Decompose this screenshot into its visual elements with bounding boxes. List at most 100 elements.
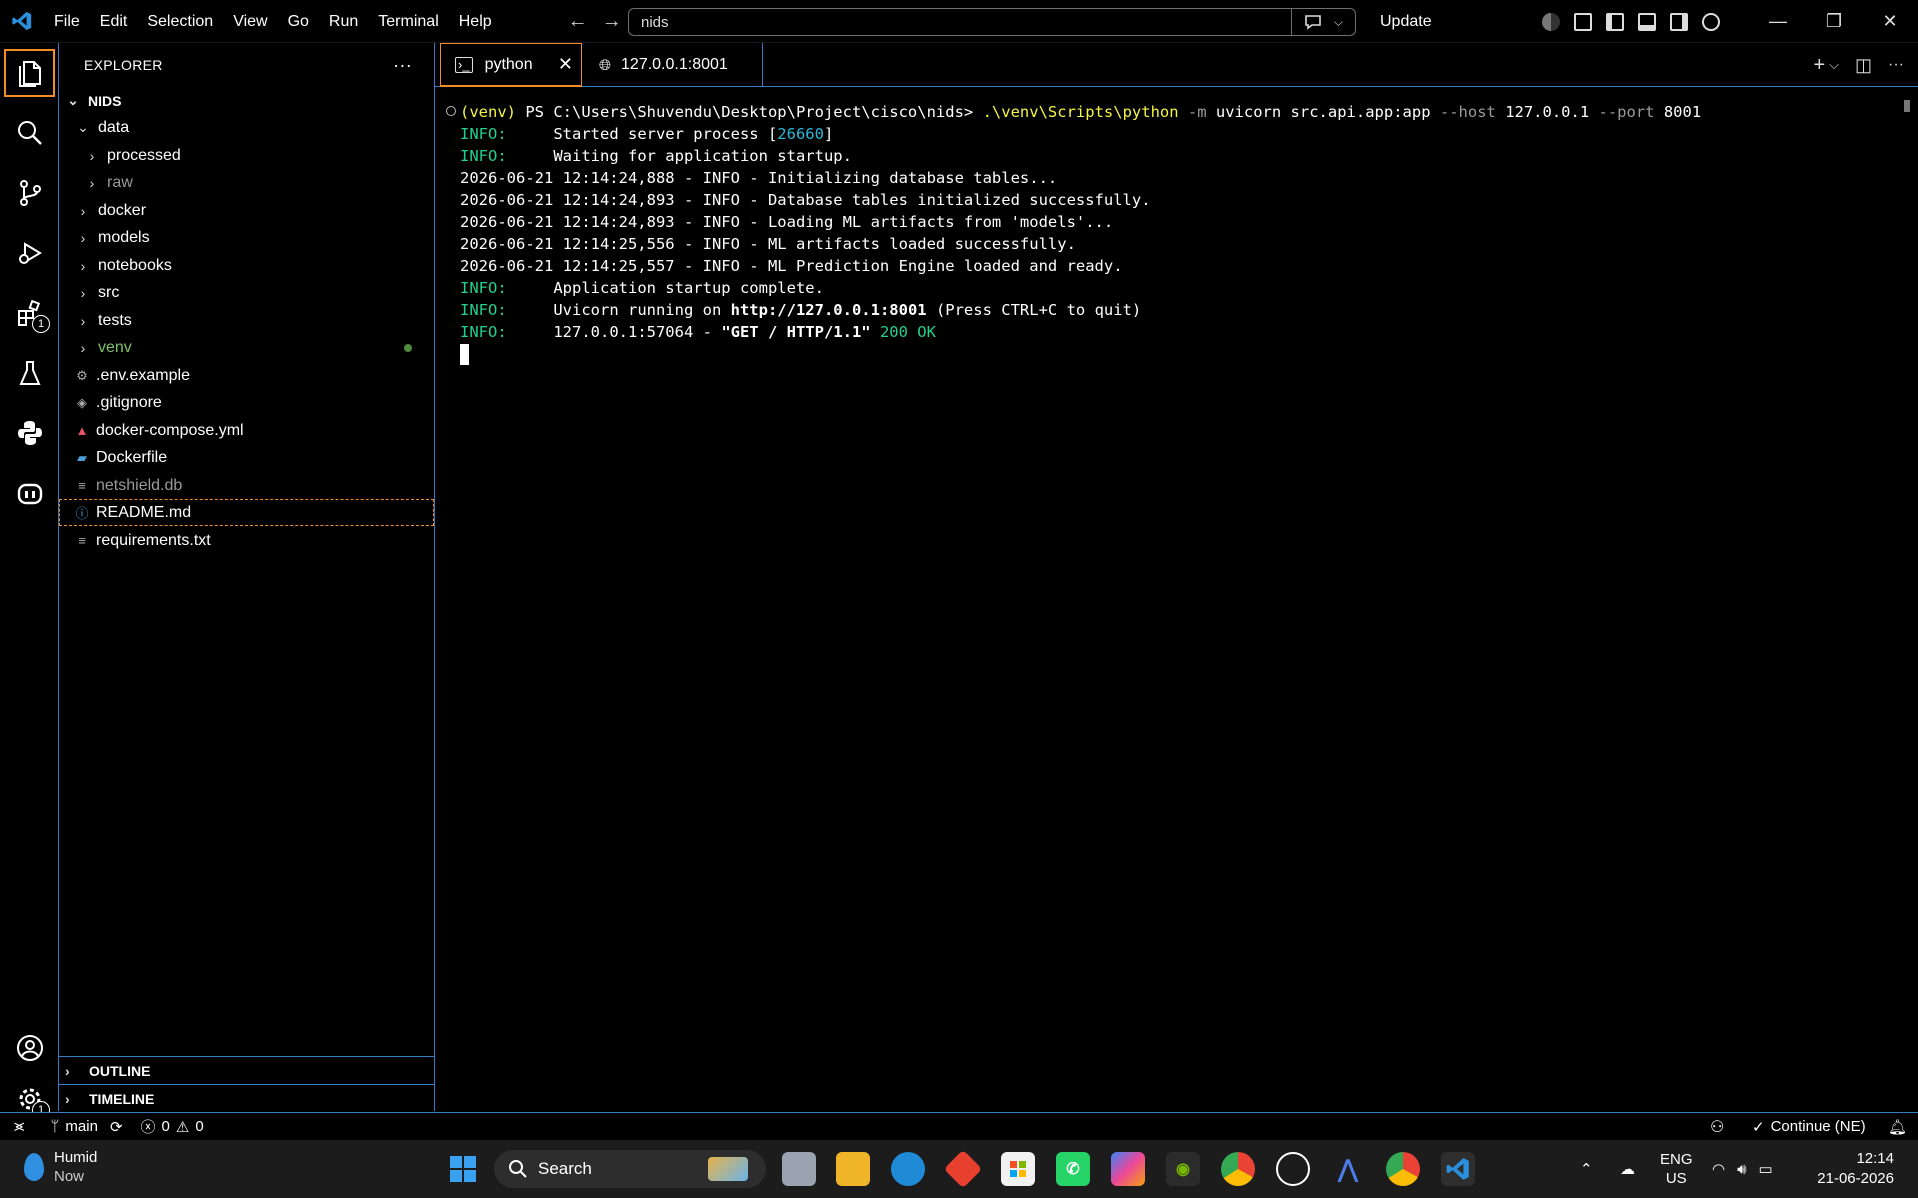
chrome-profile-icon[interactable] [1386,1152,1420,1186]
menu-view[interactable]: View [223,0,277,43]
tab-localhost[interactable]: 🌐︎ 127.0.0.1:8001 [585,43,763,87]
accounts-shield-icon[interactable] [1542,12,1560,31]
onedrive-icon[interactable]: ☁︎ [1620,1140,1635,1198]
taskbar-search[interactable]: Search [494,1150,766,1188]
tray-overflow-icon[interactable]: ⌃ [1580,1140,1593,1198]
tree-item-models[interactable]: › models [59,224,434,251]
tree-item-docker[interactable]: › docker [59,197,434,224]
testing-flask-icon[interactable] [0,345,59,401]
python-icon[interactable] [0,405,59,461]
search-icon[interactable] [0,105,59,161]
tree-item-notebooks[interactable]: › notebooks [59,252,434,279]
tree-item-data[interactable]: ⌄ data [59,114,434,141]
tree-item-src[interactable]: › src [59,279,434,306]
split-editor-icon[interactable]: ◫ [1855,55,1872,76]
task-view-icon[interactable] [782,1152,816,1186]
minimize-icon[interactable]: — [1750,0,1806,43]
forward-arrow-icon[interactable]: → [602,10,622,33]
toggle-secondary-sidebar-icon[interactable] [1670,12,1688,31]
copilot-robot-icon[interactable] [0,465,59,521]
toggle-primary-sidebar-icon[interactable] [1606,12,1624,31]
tree-item-docker-compose[interactable]: ▲ docker-compose.yml [59,417,434,444]
quick-settings[interactable]: ◠ 🔊︎ ▭ [1712,1140,1773,1198]
problems-indicator[interactable]: ⓧ 0 ⚠ 0 [141,1116,204,1137]
prompt-venv: (venv) [460,103,516,121]
back-arrow-icon[interactable]: ← [568,10,588,33]
tree-item-readme[interactable]: ⓘ README.md [59,499,434,526]
log-status: 200 OK [870,323,936,341]
tree-item-venv[interactable]: › venv [59,334,434,361]
chrome-icon[interactable] [1221,1152,1255,1186]
chat-button[interactable]: ⌵ [1291,9,1355,35]
account-icon[interactable] [0,1020,59,1076]
whatsapp-icon[interactable]: ✆ [1056,1152,1090,1186]
close-window-icon[interactable]: ✕ [1862,0,1918,43]
menu-terminal[interactable]: Terminal [368,0,448,43]
language-indicator[interactable]: ENG US [1660,1140,1693,1198]
menu-help[interactable]: Help [449,0,502,43]
terminal-panel[interactable]: (venv) PS C:\Users\Shuvendu\Desktop\Proj… [436,88,1918,1111]
command-center-search[interactable]: nids ⌵ [628,8,1356,36]
chevron-down-icon[interactable]: ⌵ [1829,57,1839,73]
menu-selection[interactable]: Selection [137,0,223,43]
tab-python[interactable]: ›_ python ✕ [440,43,582,87]
file-explorer-icon[interactable] [836,1152,870,1186]
edge-browser-icon[interactable] [891,1152,925,1186]
remote-indicator-icon[interactable]: ⪤ [14,1118,24,1136]
clock[interactable]: 12:14 21-06-2026 [1817,1149,1894,1189]
update-button[interactable]: Update [1380,0,1432,43]
tree-item-raw[interactable]: › raw [59,169,434,196]
scrollbar-marker[interactable] [1904,100,1910,112]
tree-item-requirements[interactable]: ≡ requirements.txt [59,527,434,554]
menu-go[interactable]: Go [278,0,319,43]
restore-icon[interactable]: ❐ [1806,0,1862,43]
tree-item-env-example[interactable]: ⚙ .env.example [59,362,434,389]
globe-icon[interactable] [1702,12,1720,31]
root-folder[interactable]: ⌄ NIDS [59,87,434,114]
region-code: US [1665,1170,1687,1187]
prompt-module: uvicorn src.api.app:app [1206,103,1431,121]
info-file-icon: ⓘ [75,506,89,521]
menu-run[interactable]: Run [319,0,368,43]
customize-layout-icon[interactable] [1574,12,1592,31]
clock-time: 12:14 [1856,1150,1894,1167]
more-actions-icon[interactable]: ··· [393,55,412,76]
copilot-app-icon[interactable] [1111,1152,1145,1186]
prompt-path: PS C:\Users\Shuvendu\Desktop\Project\cis… [516,103,983,121]
chatgpt-icon[interactable] [1276,1152,1310,1186]
new-terminal-icon[interactable]: + [1813,54,1825,77]
toggle-panel-icon[interactable] [1638,12,1656,31]
outline-section[interactable]: › OUTLINE [59,1056,434,1084]
vscode-taskbar-icon[interactable] [1441,1152,1475,1186]
more-actions-icon[interactable]: ··· [1888,56,1904,74]
weather-sub: Now [54,1168,85,1185]
layout-controls [1542,0,1720,43]
menu-file[interactable]: File [44,0,90,43]
server-url-link[interactable]: http://127.0.0.1:8001 [731,301,927,319]
notifications-bell-icon[interactable]: 🔔︎ [1888,1118,1907,1136]
check-icon: ✓ [1752,1118,1765,1136]
tree-item-dockerfile[interactable]: ▰ Dockerfile [59,444,434,471]
arc-app-icon[interactable]: ⋀ [1331,1152,1365,1186]
branch-indicator[interactable]: ᛘ main ⟳ [50,1118,122,1136]
copilot-status-icon[interactable]: ⚇ [1710,1117,1724,1137]
continue-status[interactable]: ✓ Continue (NE) [1752,1118,1866,1136]
sync-icon[interactable]: ⟳ [110,1118,123,1136]
tree-item-tests[interactable]: › tests [59,307,434,334]
menu-edit[interactable]: Edit [90,0,138,43]
source-control-icon[interactable] [0,165,59,221]
tree-item-processed[interactable]: › processed [59,142,434,169]
microsoft-store-icon[interactable] [1001,1152,1035,1186]
start-windows-icon[interactable] [446,1152,480,1186]
tree-item-netshield-db[interactable]: ≡ netshield.db [59,472,434,499]
anydesk-icon[interactable] [943,1149,983,1189]
prompt-exe: .\venv\Scripts\python [982,103,1179,121]
nvidia-icon[interactable]: ◉ [1166,1152,1200,1186]
extensions-icon[interactable]: 1 [0,285,59,341]
tree-item-gitignore[interactable]: ◈ .gitignore [59,389,434,416]
weather-widget[interactable]: Humid Now [24,1148,97,1186]
run-debug-icon[interactable] [0,225,59,281]
explorer-icon[interactable] [0,45,59,101]
timeline-section[interactable]: › TIMELINE [59,1084,434,1112]
close-tab-icon[interactable]: ✕ [558,54,573,75]
